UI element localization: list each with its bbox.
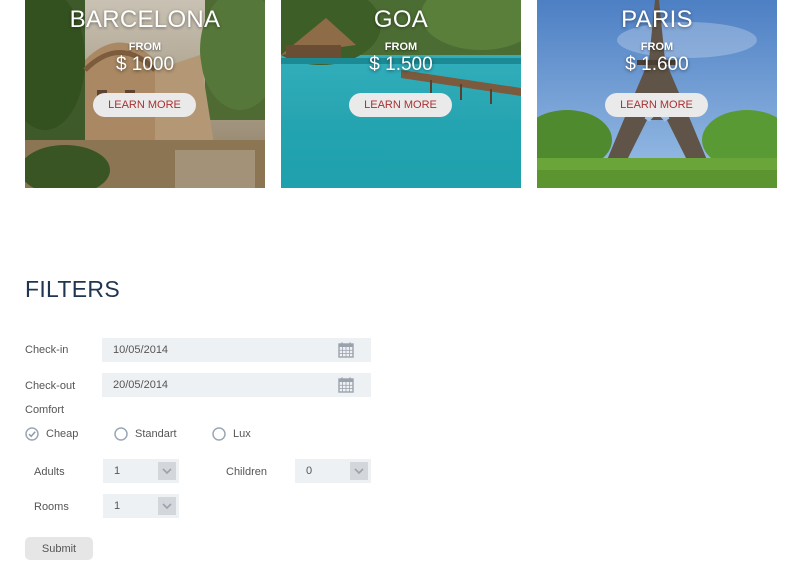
adults-label: Adults xyxy=(34,466,65,478)
comfort-label: Comfort xyxy=(25,404,65,416)
adults-select[interactable]: 1 xyxy=(103,459,179,483)
destination-city: PARIS xyxy=(621,6,693,33)
checkin-value[interactable]: 10/05/2014 xyxy=(113,344,168,356)
adults-value[interactable]: 1 xyxy=(114,465,120,477)
checkout-label: Check-out xyxy=(25,380,76,392)
calendar-icon[interactable] xyxy=(338,377,354,393)
chevron-down-icon[interactable] xyxy=(158,462,176,480)
submit-button[interactable]: Submit xyxy=(25,537,93,560)
checkout-value[interactable]: 20/05/2014 xyxy=(113,379,168,391)
children-value[interactable]: 0 xyxy=(306,465,312,477)
destination-price: $ 1.600 xyxy=(625,54,689,75)
radio-standart-label[interactable]: Standart xyxy=(135,428,177,440)
destination-card-paris: PARIS FROM $ 1.600 LEARN MORE xyxy=(537,0,777,188)
rooms-value[interactable]: 1 xyxy=(114,500,120,512)
checkin-field[interactable]: 10/05/2014 xyxy=(102,338,371,362)
checkout-field[interactable]: 20/05/2014 xyxy=(102,373,371,397)
rooms-select[interactable]: 1 xyxy=(103,494,179,518)
learn-more-button[interactable]: LEARN MORE xyxy=(349,93,452,117)
children-label: Children xyxy=(226,466,267,478)
destination-price: $ 1.500 xyxy=(369,54,433,75)
radio-checked-icon[interactable] xyxy=(25,427,39,441)
children-select[interactable]: 0 xyxy=(295,459,371,483)
learn-more-button[interactable]: LEARN MORE xyxy=(93,93,196,117)
destination-city: BARCELONA xyxy=(69,6,221,33)
radio-lux-label[interactable]: Lux xyxy=(233,428,251,440)
radio-unchecked-icon[interactable] xyxy=(114,427,128,441)
destination-price: $ 1000 xyxy=(115,54,175,75)
radio-unchecked-icon[interactable] xyxy=(212,427,226,441)
destination-from-label: FROM xyxy=(384,41,418,53)
chevron-down-icon[interactable] xyxy=(350,462,368,480)
radio-cheap-label[interactable]: Cheap xyxy=(46,428,78,440)
checkin-label: Check-in xyxy=(25,344,69,356)
destination-from-label: FROM xyxy=(128,41,162,53)
rooms-label: Rooms xyxy=(34,501,69,513)
destination-card-barcelona: BARCELONA FROM $ 1000 LEARN MORE xyxy=(25,0,265,188)
chevron-down-icon[interactable] xyxy=(158,497,176,515)
filters-title: FILTERS xyxy=(25,276,120,302)
destination-card-goa: GOA FROM $ 1.500 LEARN MORE xyxy=(281,0,521,188)
destination-city: GOA xyxy=(373,6,429,33)
calendar-icon[interactable] xyxy=(338,342,354,358)
destination-from-label: FROM xyxy=(640,41,674,53)
learn-more-button[interactable]: LEARN MORE xyxy=(605,93,708,117)
